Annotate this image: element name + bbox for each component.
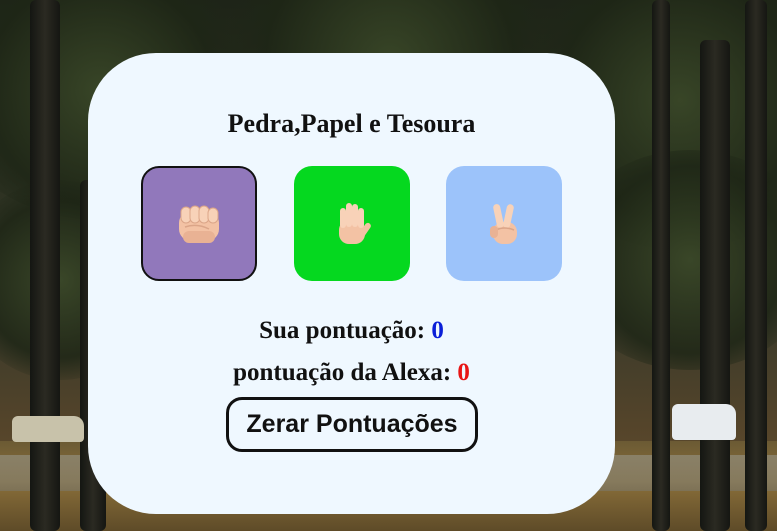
reset-scores-button[interactable]: Zerar Pontuações [226,397,478,452]
game-title: Pedra,Papel e Tesoura [227,109,476,138]
victory-hand-icon [484,200,524,248]
paper-button[interactable] [294,166,410,281]
user-score-line: Sua pontuação: 0 [88,317,615,345]
raised-hand-icon [330,200,374,248]
user-score-value: 0 [431,317,444,344]
fist-icon [175,201,223,247]
alexa-score-line: pontuação da Alexa: 0 [88,359,615,387]
game-card: Pedra,Papel e Tesoura Sua pontuação: 0 p… [88,53,615,514]
rock-button[interactable] [141,166,257,281]
user-score-label: Sua pontuação: [259,317,426,344]
scissors-button[interactable] [446,166,562,281]
alexa-score-label: pontuação da Alexa: [233,359,452,386]
alexa-score-value: 0 [457,359,470,386]
